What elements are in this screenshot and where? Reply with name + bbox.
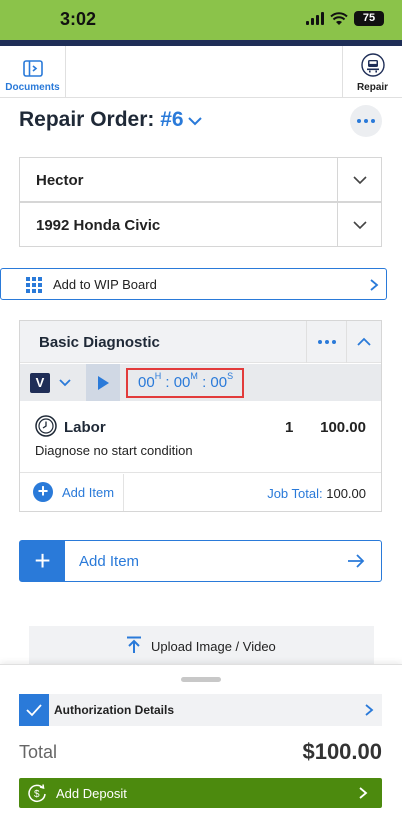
timer-seconds: 00 bbox=[210, 374, 228, 391]
timer-display: 00H : 00M : 00S bbox=[126, 368, 244, 398]
job-title: Basic Diagnostic bbox=[39, 334, 160, 351]
job-card: Basic Diagnostic V 00H : 00M : 00S Labor… bbox=[19, 320, 382, 512]
chevron-right-icon bbox=[365, 704, 374, 716]
tab-documents-label: Documents bbox=[5, 82, 60, 93]
svg-text:$: $ bbox=[34, 789, 40, 800]
job-add-item-label: Add Item bbox=[62, 485, 115, 500]
clock-icon bbox=[35, 415, 57, 437]
total-label: Total bbox=[19, 742, 58, 762]
wip-label: Add to WIP Board bbox=[53, 277, 157, 292]
tab-repair-label: Repair bbox=[356, 82, 389, 93]
job-total-label: Job Total: bbox=[267, 486, 323, 501]
timer-seconds-unit: S bbox=[227, 371, 234, 381]
job-toolbar: V 00H : 00M : 00S bbox=[20, 364, 381, 401]
customer-name: Hector bbox=[36, 172, 84, 189]
timer-hours-unit: H bbox=[154, 371, 162, 381]
play-icon bbox=[98, 375, 109, 390]
chevron-down-icon bbox=[352, 220, 367, 229]
vehicle-name: 1992 Honda Civic bbox=[36, 217, 161, 234]
job-more-button[interactable] bbox=[306, 321, 346, 363]
authorization-details-button[interactable]: Authorization Details bbox=[19, 694, 382, 726]
signal-icon bbox=[306, 12, 324, 25]
job-add-item-button[interactable]: + Add Item bbox=[20, 474, 124, 511]
timer-minutes: 00 bbox=[173, 374, 191, 391]
chevron-up-icon bbox=[357, 337, 371, 346]
upload-media-button[interactable]: Upload Image / Video bbox=[29, 626, 374, 666]
timer-hours: 00 bbox=[138, 374, 155, 391]
vehicle-select[interactable]: 1992 Honda Civic bbox=[19, 202, 382, 247]
battery-icon: 75 bbox=[354, 11, 384, 26]
add-item-label: Add Item bbox=[79, 553, 140, 570]
tech-badge[interactable]: V bbox=[30, 373, 50, 393]
add-item-button[interactable]: + Add Item bbox=[19, 540, 382, 582]
labor-name: Labor bbox=[64, 419, 106, 436]
chevron-right-icon bbox=[359, 787, 368, 799]
repair-order-number[interactable]: #6 bbox=[160, 108, 183, 131]
tab-documents[interactable]: Documents bbox=[0, 46, 66, 98]
add-deposit-button[interactable]: $ Add Deposit bbox=[19, 778, 382, 808]
job-footer: + Add Item Job Total: 100.00 bbox=[20, 474, 381, 511]
vehicle-dropdown-toggle[interactable] bbox=[337, 203, 381, 246]
arrow-right-icon bbox=[348, 554, 365, 568]
chevron-right-icon bbox=[370, 279, 379, 291]
upload-label: Upload Image / Video bbox=[151, 639, 276, 654]
add-deposit-label: Add Deposit bbox=[56, 786, 127, 801]
page-title: Repair Order: #6 bbox=[19, 108, 184, 132]
status-bar: 3:02 75 bbox=[0, 0, 402, 40]
wifi-icon bbox=[330, 11, 348, 25]
chevron-down-icon[interactable] bbox=[186, 112, 204, 130]
upload-icon bbox=[127, 636, 141, 653]
labor-line-item[interactable]: Labor 1 100.00 Diagnose no start conditi… bbox=[20, 402, 381, 473]
timer-minutes-unit: M bbox=[190, 371, 198, 381]
bottom-sheet: Authorization Details Total $100.00 $ Ad… bbox=[0, 664, 402, 828]
labor-amount: 100.00 bbox=[320, 419, 366, 436]
car-lift-icon bbox=[360, 53, 385, 77]
add-to-wip-board-button[interactable]: Add to WIP Board bbox=[0, 268, 387, 300]
plus-icon: + bbox=[20, 541, 65, 581]
more-options-button[interactable] bbox=[350, 105, 382, 137]
job-total: Job Total: 100.00 bbox=[267, 486, 366, 501]
sidebar-panel-icon bbox=[22, 60, 43, 77]
tab-repair[interactable]: Repair bbox=[342, 46, 402, 98]
labor-quantity: 1 bbox=[285, 419, 294, 436]
total-value: $100.00 bbox=[302, 739, 382, 764]
chevron-down-icon bbox=[352, 175, 367, 184]
chevron-down-icon[interactable] bbox=[58, 376, 72, 390]
page-title-text: Repair Order: bbox=[19, 108, 155, 131]
customer-select[interactable]: Hector bbox=[19, 157, 382, 202]
authorization-label: Authorization Details bbox=[54, 703, 175, 717]
labor-description: Diagnose no start condition bbox=[35, 443, 193, 458]
status-icons: 75 bbox=[306, 11, 384, 26]
drag-handle[interactable] bbox=[181, 677, 221, 682]
job-collapse-button[interactable] bbox=[346, 321, 381, 363]
checkmark-icon bbox=[19, 694, 49, 726]
timer-play-button[interactable] bbox=[86, 364, 120, 401]
plus-circle-icon: + bbox=[33, 482, 53, 502]
job-total-value: 100.00 bbox=[326, 486, 366, 501]
money-refresh-icon: $ bbox=[28, 784, 46, 803]
status-time: 3:02 bbox=[60, 9, 97, 29]
grid-icon bbox=[26, 277, 42, 293]
customer-dropdown-toggle[interactable] bbox=[337, 158, 381, 201]
top-tabs: Documents Repair bbox=[0, 46, 402, 98]
job-header: Basic Diagnostic bbox=[20, 321, 381, 363]
